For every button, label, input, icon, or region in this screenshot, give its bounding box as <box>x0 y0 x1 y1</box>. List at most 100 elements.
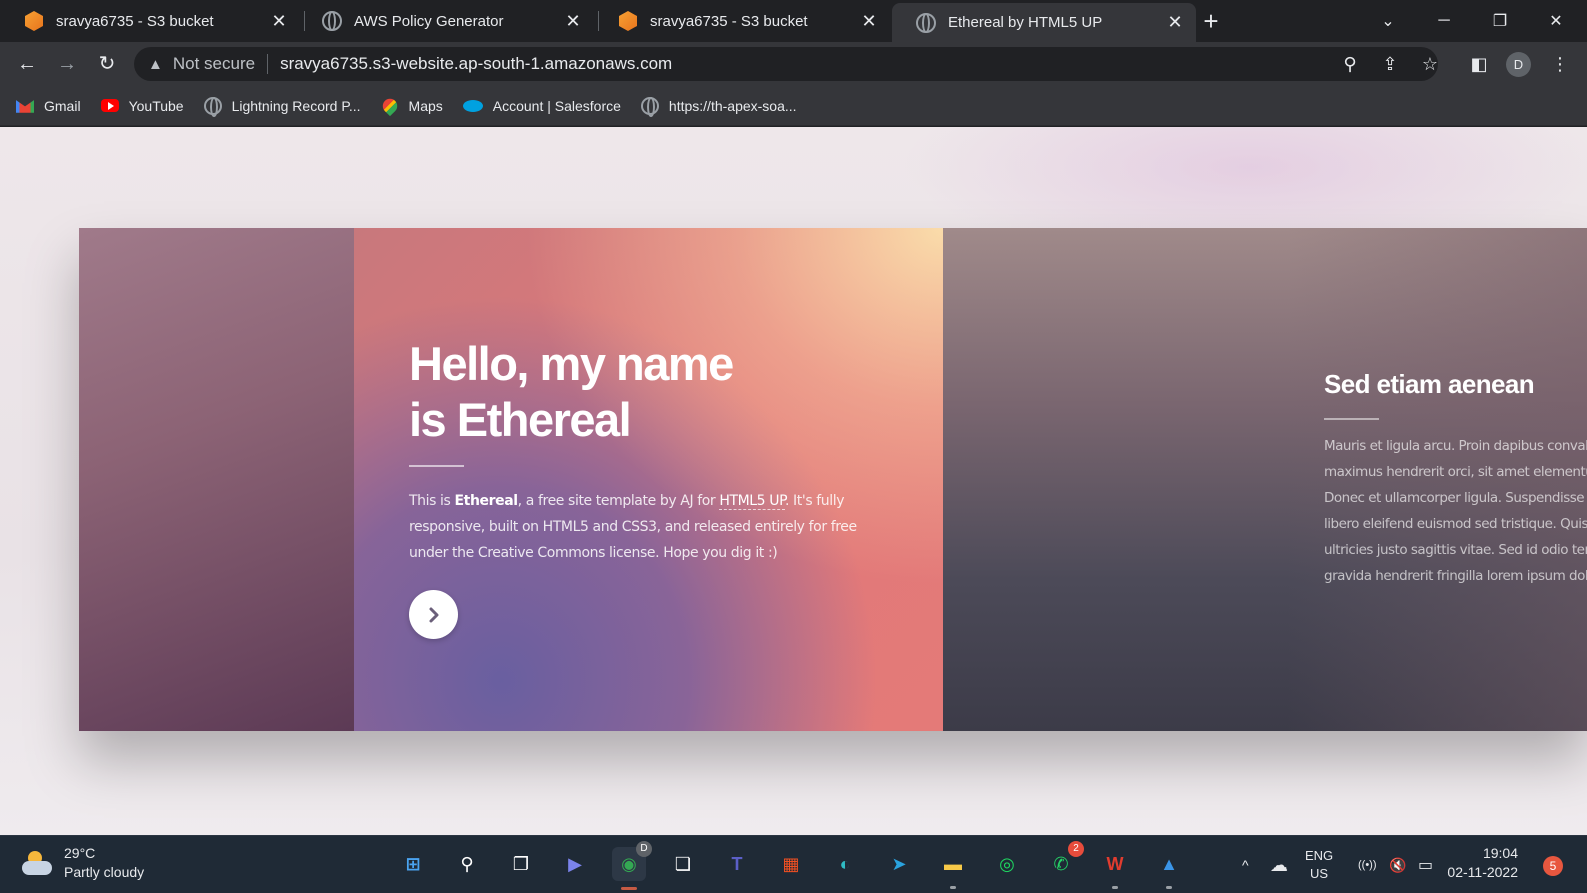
whatsapp-icon[interactable]: ✆ 2 <box>1044 841 1084 881</box>
tab-s3-bucket-1[interactable]: sravya6735 - S3 bucket ✕ <box>0 0 300 42</box>
onedrive-icon[interactable]: ☁ <box>1270 836 1288 893</box>
close-icon[interactable]: ✕ <box>1166 12 1184 33</box>
volume-muted-icon[interactable]: 🔇 <box>1389 836 1406 893</box>
tab-aws-policy-generator[interactable]: AWS Policy Generator ✕ <box>298 0 594 42</box>
horizontal-panels: Hello, my name is Ethereal This is Ether… <box>79 228 1587 731</box>
time: 19:04 <box>1482 845 1518 861</box>
restore-button[interactable]: ❐ <box>1472 0 1528 42</box>
language-indicator[interactable]: ENG US <box>1305 836 1333 893</box>
bookmark-lightning-record[interactable]: Lightning Record P... <box>203 96 361 117</box>
close-icon[interactable]: ✕ <box>860 11 878 32</box>
aws-cube-icon <box>25 11 43 31</box>
wifi-icon[interactable]: ((•)) <box>1358 836 1377 893</box>
notification-badge[interactable]: 5 <box>1543 856 1563 876</box>
divider <box>267 54 269 74</box>
decorative-panel <box>79 228 354 731</box>
profile-avatar[interactable]: D <box>1506 52 1531 77</box>
share-icon[interactable]: ⇪ <box>1376 50 1404 78</box>
tab-title: sravya6735 - S3 bucket <box>650 12 808 30</box>
active-indicator <box>621 887 637 890</box>
back-button[interactable]: ← <box>13 50 41 78</box>
photos-icon-glyph: ▲ <box>1160 853 1178 874</box>
wps-office-icon-glyph: W <box>1106 853 1124 874</box>
windows-start-icon[interactable]: ⊞ <box>396 847 430 881</box>
chrome-icon[interactable]: ◉ D <box>612 841 652 890</box>
spotify-icon[interactable]: ◎ <box>990 847 1024 881</box>
section-line: gravida hendrerit fringilla lorem ipsum … <box>1324 568 1587 584</box>
youtube-icon <box>100 99 119 112</box>
browser-toolbar: ← → ↻ ▲ Not secure sravya6735.s3-website… <box>0 42 1587 86</box>
bookmark-youtube[interactable]: YouTube <box>100 97 184 114</box>
bookmark-label: Maps <box>408 97 443 114</box>
close-icon[interactable]: ✕ <box>564 11 582 32</box>
intro-description: This is Ethereal, a free site template b… <box>409 488 899 566</box>
chevron-right-icon <box>429 607 438 622</box>
language-code: ENG <box>1305 848 1334 863</box>
region-code: US <box>1310 866 1329 881</box>
clock[interactable]: 19:04 02-11-2022 <box>1446 844 1518 882</box>
tab-title: sravya6735 - S3 bucket <box>56 12 214 30</box>
task-view-icon[interactable]: ❐ <box>504 847 538 881</box>
tab-search-button[interactable]: ⌄ <box>1360 0 1416 42</box>
chevron-up-icon: ^ <box>1242 857 1249 873</box>
file-explorer-icon-glyph: ▬ <box>944 853 962 874</box>
weather-text: 29°C Partly cloudy <box>64 844 144 882</box>
bookmark-apex[interactable]: https://th-apex-soa... <box>640 96 797 117</box>
web-page: Hello, my name is Ethereal This is Ether… <box>0 127 1587 835</box>
telegram-icon[interactable]: ➤ <box>882 847 916 881</box>
file-explorer-icon[interactable]: ▬ <box>936 847 970 889</box>
photos-icon[interactable]: ▲ <box>1152 847 1186 889</box>
close-icon[interactable]: ✕ <box>270 11 288 32</box>
window-close-button[interactable]: ✕ <box>1528 0 1584 42</box>
text: This is <box>409 493 455 509</box>
tab-s3-bucket-2[interactable]: sravya6735 - S3 bucket ✕ <box>594 0 890 42</box>
tab-ethereal[interactable]: Ethereal by HTML5 UP ✕ <box>892 3 1196 42</box>
teams-icon[interactable]: T <box>720 847 754 881</box>
microsoft-store-icon[interactable]: ▦ <box>774 847 808 881</box>
globe-icon <box>322 11 342 31</box>
search-icon[interactable]: ⚲ <box>450 847 484 881</box>
teams-chat-icon[interactable]: ▶ <box>558 847 592 881</box>
divider <box>1324 418 1379 420</box>
wps-office-icon[interactable]: W <box>1098 847 1132 889</box>
intro-panel: Hello, my name is Ethereal This is Ether… <box>354 228 943 731</box>
edge-icon[interactable]: ◐ <box>828 847 862 881</box>
section-line: maximus hendrerit orci, sit amet element… <box>1324 464 1587 480</box>
warning-icon[interactable]: ▲ <box>148 56 163 73</box>
weather-widget[interactable]: 29°C Partly cloudy <box>22 844 144 882</box>
tab-title: Ethereal by HTML5 UP <box>948 14 1103 31</box>
tray-overflow-icon[interactable]: ^ <box>1242 836 1249 893</box>
globe-icon <box>203 96 222 117</box>
side-panel-icon[interactable]: ◧ <box>1465 50 1493 78</box>
globe-icon <box>916 12 936 33</box>
globe-icon <box>640 96 659 117</box>
section-title: Sed etiam aenean <box>1324 369 1535 399</box>
tab-strip: sravya6735 - S3 bucket ✕ AWS Policy Gene… <box>0 0 1587 42</box>
bookmark-label: YouTube <box>128 97 184 114</box>
bookmarks-bar: Gmail YouTube Lightning Record P... Maps… <box>0 86 1587 126</box>
bookmark-gmail[interactable]: Gmail <box>16 97 81 115</box>
chat-icon[interactable]: ❏ <box>666 847 700 881</box>
minimize-button[interactable]: ─ <box>1416 0 1472 42</box>
battery-icon[interactable]: ▭ <box>1418 836 1433 893</box>
bookmark-star-icon[interactable]: ☆ <box>1416 50 1444 78</box>
bookmark-salesforce[interactable]: Account | Salesforce <box>462 98 621 114</box>
intro-title-line: is Ethereal <box>409 393 632 446</box>
aws-cube-icon <box>619 11 637 31</box>
salesforce-icon <box>462 99 483 112</box>
reload-button[interactable]: ↻ <box>93 50 121 78</box>
address-bar[interactable]: ▲ Not secure sravya6735.s3-website.ap-so… <box>134 47 1438 81</box>
forward-button[interactable]: → <box>53 50 81 78</box>
html5up-link[interactable]: HTML5 UP <box>719 493 785 510</box>
temperature: 29°C <box>64 845 96 861</box>
menu-icon[interactable]: ⋮ <box>1546 50 1574 78</box>
zoom-icon[interactable]: ⚲ <box>1336 50 1364 78</box>
spotify-icon-glyph: ◎ <box>999 853 1015 874</box>
microsoft-store-icon-glyph: ▦ <box>782 853 800 874</box>
security-status[interactable]: Not secure <box>173 54 255 74</box>
url-text[interactable]: sravya6735.s3-website.ap-south-1.amazona… <box>280 54 672 74</box>
new-tab-button[interactable]: + <box>1196 6 1226 36</box>
running-indicator <box>1166 886 1172 889</box>
bookmark-maps[interactable]: Maps <box>379 95 443 116</box>
next-button[interactable] <box>409 590 458 639</box>
